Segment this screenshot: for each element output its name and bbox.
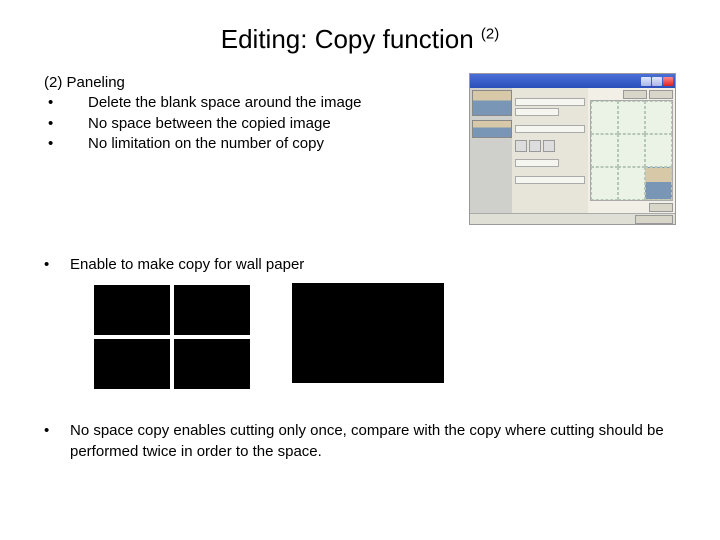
app-screenshot [469,73,676,225]
panel-without-gaps [292,283,444,391]
tile-image [368,283,444,333]
tile-image [94,339,170,389]
toolbar-button [649,90,673,99]
bullet-text: Enable to make copy for wall paper [70,255,676,275]
mid-bullet: • Enable to make copy for wall paper [44,255,676,275]
tile-image [292,283,368,333]
thumbnail-image [472,120,512,138]
bullet-mark: • [44,255,70,275]
title-main: Editing: Copy function [221,24,481,54]
minimize-icon [641,77,651,86]
tile-image [94,285,170,335]
top-text-block: (2) Paneling • Delete the blank space ar… [44,73,457,154]
sub-bullet-3: • No limitation on the number of copy [44,134,457,154]
bullet-text: No space between the copied image [74,114,457,134]
sub-bullet-1: • Delete the blank space around the imag… [44,93,457,113]
preview-tile-image [645,167,672,200]
sub-bullet-2: • No space between the copied image [44,114,457,134]
maximize-icon [652,77,662,86]
bottom-bullet: • No space copy enables cutting only onc… [44,421,676,462]
close-icon [663,77,673,86]
window-titlebar [470,74,675,88]
settings-pane [512,88,588,213]
panel-with-gaps [92,283,252,391]
toolbar-button [649,203,673,212]
preview-canvas [590,100,673,201]
tile-image [174,339,250,389]
bullet-mark: • [44,421,70,462]
tile-image [174,285,250,335]
tile-comparison-row [44,283,676,391]
thumbnail-pane [470,88,512,213]
bullet-mark: • [44,134,74,154]
bullet-mark: • [44,93,74,113]
title-superscript: (2) [481,25,499,42]
status-button [635,215,673,224]
tile-image [368,333,444,383]
bullet-text: No space copy enables cutting only once,… [70,421,676,462]
bullet-text: No limitation on the number of copy [74,134,457,154]
tile-image [292,333,368,383]
toolbar-button [623,90,647,99]
bullet-mark: • [44,114,74,134]
slide-title: Editing: Copy function (2) [44,24,676,55]
paneling-heading: (2) Paneling [44,73,457,93]
status-bar [470,213,675,224]
preview-pane [588,88,675,213]
thumbnail-image [472,90,512,116]
bullet-text: Delete the blank space around the image [74,93,457,113]
